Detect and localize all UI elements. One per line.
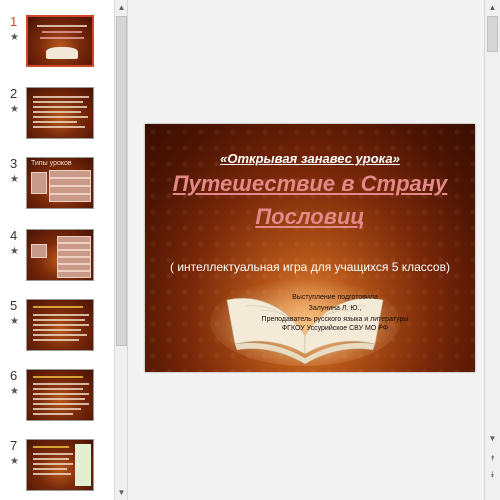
credit-line-2: Залунина Л. Ю., bbox=[308, 305, 362, 312]
animation-star-icon: ★ bbox=[10, 32, 19, 43]
slide-number: 1 bbox=[10, 14, 18, 29]
slide-number: 4 bbox=[10, 228, 18, 243]
thumbnail-image bbox=[26, 299, 94, 351]
slide-editor-scrollbar[interactable]: ▲ ▼ ⯭ ⯯ bbox=[484, 0, 500, 500]
slide-title-line-2: Пословиц bbox=[255, 204, 365, 229]
slide-thumbnail-5[interactable]: 5 ★ bbox=[0, 298, 112, 360]
thumbnail-image bbox=[26, 369, 94, 421]
slide-thumbnail-2[interactable]: 2 ★ bbox=[0, 86, 112, 148]
current-slide[interactable]: «Открывая занавес урока» Путешествие в С… bbox=[145, 124, 475, 372]
slide-thumbnail-1[interactable]: 1 ★ bbox=[0, 14, 112, 76]
animation-star-icon: ★ bbox=[10, 104, 19, 115]
thumbnail-scrollbar[interactable]: ▲ ▼ bbox=[114, 0, 128, 500]
slide-number: 2 bbox=[10, 86, 18, 101]
slide-thumbnail-3[interactable]: 3 ★ Типы уроков bbox=[0, 156, 112, 218]
slide-thumbnail-6[interactable]: 6 ★ bbox=[0, 368, 112, 430]
scroll-down-icon[interactable]: ▼ bbox=[116, 486, 127, 499]
slide-number: 5 bbox=[10, 298, 18, 313]
thumbnail-image: Типы уроков bbox=[26, 157, 94, 209]
animation-star-icon: ★ bbox=[10, 246, 19, 257]
slide-thumbnail-pane: 1 ★ 2 ★ 3 ★ Типы уроков 4 ★ 5 ★ 6 ★ 7 ★ bbox=[0, 0, 114, 500]
credit-line-1: Выступление подготовила bbox=[292, 294, 378, 301]
credit-line-3: Преподаватель русского языка и литератур… bbox=[261, 316, 409, 323]
scrollbar-thumb[interactable] bbox=[487, 16, 498, 52]
animation-star-icon: ★ bbox=[10, 456, 19, 467]
animation-star-icon: ★ bbox=[10, 386, 19, 397]
slide-subtitle: ( интеллектуальная игра для учащихся 5 к… bbox=[170, 260, 450, 274]
slide-thumbnail-4[interactable]: 4 ★ bbox=[0, 228, 112, 290]
slide-number: 7 bbox=[10, 438, 18, 453]
next-slide-icon[interactable]: ⯯ bbox=[487, 468, 498, 481]
credit-line-4: ФГКОУ Уссурийское СВУ МО РФ bbox=[281, 325, 389, 332]
animation-star-icon: ★ bbox=[10, 174, 19, 185]
previous-slide-icon[interactable]: ⯭ bbox=[487, 452, 498, 465]
scroll-down-icon[interactable]: ▼ bbox=[487, 432, 498, 445]
thumbnail-image bbox=[26, 229, 94, 281]
slide-number: 6 bbox=[10, 368, 18, 383]
scroll-up-icon[interactable]: ▲ bbox=[116, 1, 127, 14]
scrollbar-thumb[interactable] bbox=[116, 16, 127, 346]
thumbnail-image bbox=[26, 15, 94, 67]
thumbnail-image bbox=[26, 439, 94, 491]
animation-star-icon: ★ bbox=[10, 316, 19, 327]
slide-kicker: «Открывая занавес урока» bbox=[220, 151, 400, 166]
thumbnail-title: Типы уроков bbox=[31, 160, 72, 167]
slide-title-line-1: Путешествие в Страну bbox=[172, 171, 448, 196]
slide-number: 3 bbox=[10, 156, 18, 171]
slide-thumbnail-7[interactable]: 7 ★ bbox=[0, 438, 112, 500]
scroll-up-icon[interactable]: ▲ bbox=[487, 1, 498, 14]
thumbnail-image bbox=[26, 87, 94, 139]
